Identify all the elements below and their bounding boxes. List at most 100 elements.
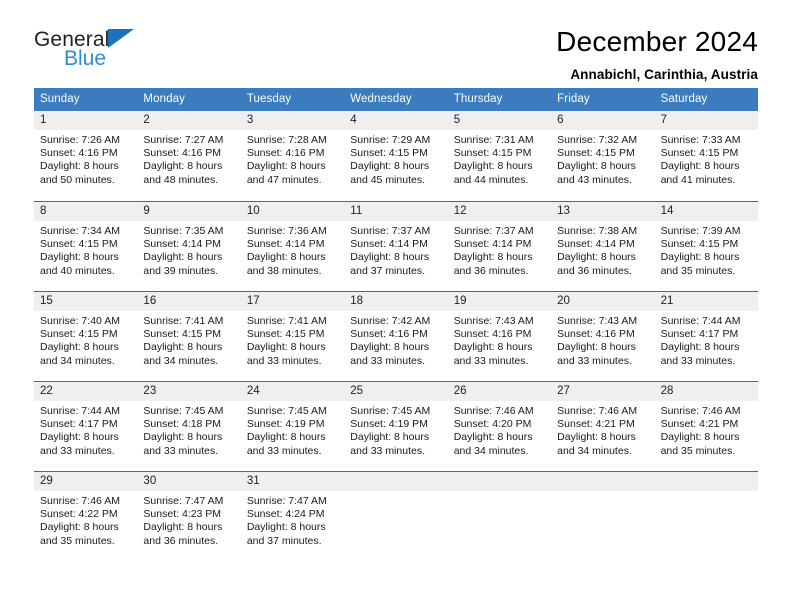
day-daylight2-text: and 33 minutes.	[350, 444, 425, 457]
day-cell[interactable]: 6 Sunrise: 7:32 AM Sunset: 4:15 PM Daylight…	[551, 111, 655, 201]
day-daylight2-text: and 50 minutes.	[40, 173, 115, 186]
day-cell[interactable]: 16 Sunrise: 7:41 AM Sunset: 4:15 PM Dayligh…	[137, 292, 241, 381]
day-number: 3	[240, 111, 345, 130]
day-sunset-text: Sunset: 4:15 PM	[660, 238, 739, 251]
day-cell[interactable]: 22 Sunrise: 7:44 AM Sunset: 4:17 PM Dayligh…	[34, 382, 138, 471]
day-sunrise-text: Sunrise: 7:42 AM	[350, 315, 431, 327]
day-daylight1-text: Daylight: 8 hours	[557, 431, 636, 444]
day-cell[interactable]: 24 Sunrise: 7:45 AM Sunset: 4:19 PM Dayligh…	[240, 382, 345, 471]
day-daylight1-text: Daylight: 8 hours	[246, 341, 326, 354]
day-cell[interactable]: 2 Sunrise: 7:27 AM Sunset: 4:16 PM Daylight…	[137, 111, 241, 201]
day-cell[interactable]: 1 Sunrise: 7:26 AM Sunset: 4:16 PM Daylight…	[34, 111, 138, 201]
day-number: 8	[34, 202, 138, 221]
day-cell[interactable]: 23 Sunrise: 7:45 AM Sunset: 4:18 PM Dayligh…	[137, 382, 241, 471]
day-sunset-text: Sunset: 4:14 PM	[350, 238, 428, 251]
day-cell[interactable]: 19 Sunrise: 7:43 AM Sunset: 4:16 PM Dayligh…	[447, 292, 552, 381]
day-cell-empty	[551, 472, 655, 561]
day-cell[interactable]: 17 Sunrise: 7:41 AM Sunset: 4:15 PM Dayligh…	[240, 292, 345, 381]
day-sunset-text: Sunset: 4:24 PM	[246, 508, 325, 521]
day-info: Sunrise: 7:41 AM Sunset: 4:15 PM Daylight:…	[137, 311, 240, 368]
day-daylight1-text: Daylight: 8 hours	[557, 251, 636, 264]
day-info: Sunrise: 7:32 AM Sunset: 4:15 PM Daylight:…	[551, 130, 654, 187]
day-info: Sunrise: 7:47 AM Sunset: 4:24 PM Daylight:…	[241, 491, 344, 548]
day-info: Sunrise: 7:40 AM Sunset: 4:15 PM Daylight:…	[34, 311, 137, 368]
day-cell[interactable]: 27 Sunrise: 7:46 AM Sunset: 4:21 PM Dayligh…	[551, 382, 655, 471]
day-sunrise-text: Sunrise: 7:37 AM	[350, 225, 431, 237]
day-daylight2-text: and 37 minutes.	[350, 264, 425, 277]
day-cell[interactable]: 25 Sunrise: 7:45 AM Sunset: 4:19 PM Dayligh…	[344, 382, 448, 471]
day-cell[interactable]: 14 Sunrise: 7:39 AM Sunset: 4:15 PM Dayligh…	[654, 202, 758, 291]
day-cell[interactable]: 5 Sunrise: 7:31 AM Sunset: 4:15 PM Daylight…	[447, 111, 552, 201]
day-sunrise-text: Sunrise: 7:35 AM	[143, 225, 224, 237]
day-sunrise-text: Sunrise: 7:37 AM	[453, 225, 534, 237]
day-number: 27	[551, 382, 655, 401]
day-number: 29	[34, 472, 138, 491]
day-sunrise-text: Sunrise: 7:45 AM	[143, 405, 224, 417]
day-sunset-text: Sunset: 4:15 PM	[350, 147, 428, 160]
day-number: 15	[34, 292, 138, 311]
day-daylight2-text: and 36 minutes.	[143, 534, 219, 547]
day-number: 20	[551, 292, 655, 311]
day-daylight1-text: Daylight: 8 hours	[350, 431, 430, 444]
day-sunrise-text: Sunrise: 7:46 AM	[557, 405, 638, 417]
day-number: 10	[240, 202, 345, 221]
day-cell[interactable]: 21 Sunrise: 7:44 AM Sunset: 4:17 PM Dayligh…	[654, 292, 758, 381]
day-cell[interactable]: 29 Sunrise: 7:46 AM Sunset: 4:22 PM Dayligh…	[34, 472, 138, 561]
day-cell[interactable]: 3 Sunrise: 7:28 AM Sunset: 4:16 PM Daylight…	[240, 111, 345, 201]
day-info: Sunrise: 7:37 AM Sunset: 4:14 PM Daylight:…	[344, 221, 447, 278]
day-cell[interactable]: 18 Sunrise: 7:42 AM Sunset: 4:16 PM Dayligh…	[344, 292, 448, 381]
day-daylight1-text: Daylight: 8 hours	[557, 341, 636, 354]
day-sunrise-text: Sunrise: 7:41 AM	[143, 315, 224, 327]
day-info: Sunrise: 7:47 AM Sunset: 4:23 PM Daylight:…	[137, 491, 240, 548]
day-number: 13	[551, 202, 655, 221]
day-sunset-text: Sunset: 4:19 PM	[350, 418, 428, 431]
day-daylight1-text: Daylight: 8 hours	[40, 160, 119, 173]
day-cell[interactable]: 9 Sunrise: 7:35 AM Sunset: 4:14 PM Daylight…	[137, 202, 241, 291]
day-number: 17	[240, 292, 345, 311]
day-cell[interactable]: 8 Sunrise: 7:34 AM Sunset: 4:15 PM Daylight…	[34, 202, 138, 291]
day-cell[interactable]: 13 Sunrise: 7:38 AM Sunset: 4:14 PM Dayligh…	[551, 202, 655, 291]
day-sunset-text: Sunset: 4:17 PM	[660, 328, 739, 341]
day-cell[interactable]: 11 Sunrise: 7:37 AM Sunset: 4:14 PM Dayligh…	[344, 202, 448, 291]
day-cell[interactable]: 30 Sunrise: 7:47 AM Sunset: 4:23 PM Dayligh…	[137, 472, 241, 561]
day-cell[interactable]: 15 Sunrise: 7:40 AM Sunset: 4:15 PM Dayligh…	[34, 292, 138, 381]
logo-triangle-icon	[108, 29, 134, 48]
day-daylight2-text: and 48 minutes.	[143, 173, 219, 186]
day-daylight2-text: and 35 minutes.	[40, 534, 115, 547]
day-daylight2-text: and 38 minutes.	[246, 264, 322, 277]
day-number: 2	[137, 111, 241, 130]
day-daylight2-text: and 35 minutes.	[660, 444, 736, 457]
day-sunset-text: Sunset: 4:14 PM	[143, 238, 222, 251]
day-cell[interactable]: 20 Sunrise: 7:43 AM Sunset: 4:16 PM Dayligh…	[551, 292, 655, 381]
day-cell[interactable]: 4 Sunrise: 7:29 AM Sunset: 4:15 PM Daylight…	[344, 111, 448, 201]
day-cell[interactable]: 7 Sunrise: 7:33 AM Sunset: 4:15 PM Daylight…	[654, 111, 758, 201]
day-daylight2-text: and 35 minutes.	[660, 264, 736, 277]
page-header: General Blue December 2024 Annabichl, Ca…	[0, 0, 792, 82]
general-blue-logo[interactable]: General Blue	[34, 26, 164, 74]
day-daylight1-text: Daylight: 8 hours	[143, 160, 223, 173]
week-row: 29 Sunrise: 7:46 AM Sunset: 4:22 PM Dayligh…	[34, 471, 758, 561]
day-daylight2-text: and 34 minutes.	[40, 354, 115, 367]
day-daylight1-text: Daylight: 8 hours	[143, 341, 223, 354]
day-cell[interactable]: 12 Sunrise: 7:37 AM Sunset: 4:14 PM Dayligh…	[447, 202, 552, 291]
day-daylight1-text: Daylight: 8 hours	[143, 431, 223, 444]
day-number: 30	[137, 472, 241, 491]
day-cell[interactable]: 28 Sunrise: 7:46 AM Sunset: 4:21 PM Dayligh…	[654, 382, 758, 471]
day-daylight2-text: and 37 minutes.	[246, 534, 322, 547]
day-cell-empty	[447, 472, 552, 561]
day-sunset-text: Sunset: 4:18 PM	[143, 418, 222, 431]
day-cell[interactable]: 10 Sunrise: 7:36 AM Sunset: 4:14 PM Dayligh…	[240, 202, 345, 291]
day-number: 11	[344, 202, 448, 221]
day-info: Sunrise: 7:46 AM Sunset: 4:22 PM Daylight:…	[34, 491, 137, 548]
day-daylight2-text: and 33 minutes.	[143, 444, 219, 457]
day-cell[interactable]: 26 Sunrise: 7:46 AM Sunset: 4:20 PM Dayligh…	[447, 382, 552, 471]
day-sunrise-text: Sunrise: 7:46 AM	[660, 405, 741, 417]
calendar-grid: Sunday Monday Tuesday Wednesday Thursday Frid…	[34, 88, 758, 561]
day-cell[interactable]: 31 Sunrise: 7:47 AM Sunset: 4:24 PM Dayligh…	[240, 472, 345, 561]
day-info: Sunrise: 7:38 AM Sunset: 4:14 PM Daylight:…	[551, 221, 654, 278]
day-info: Sunrise: 7:37 AM Sunset: 4:14 PM Daylight:…	[448, 221, 551, 278]
day-cell-empty	[344, 472, 448, 561]
day-sunrise-text: Sunrise: 7:44 AM	[40, 405, 120, 417]
day-info: Sunrise: 7:43 AM Sunset: 4:16 PM Daylight:…	[551, 311, 654, 368]
day-info: Sunrise: 7:46 AM Sunset: 4:21 PM Daylight:…	[655, 401, 758, 458]
